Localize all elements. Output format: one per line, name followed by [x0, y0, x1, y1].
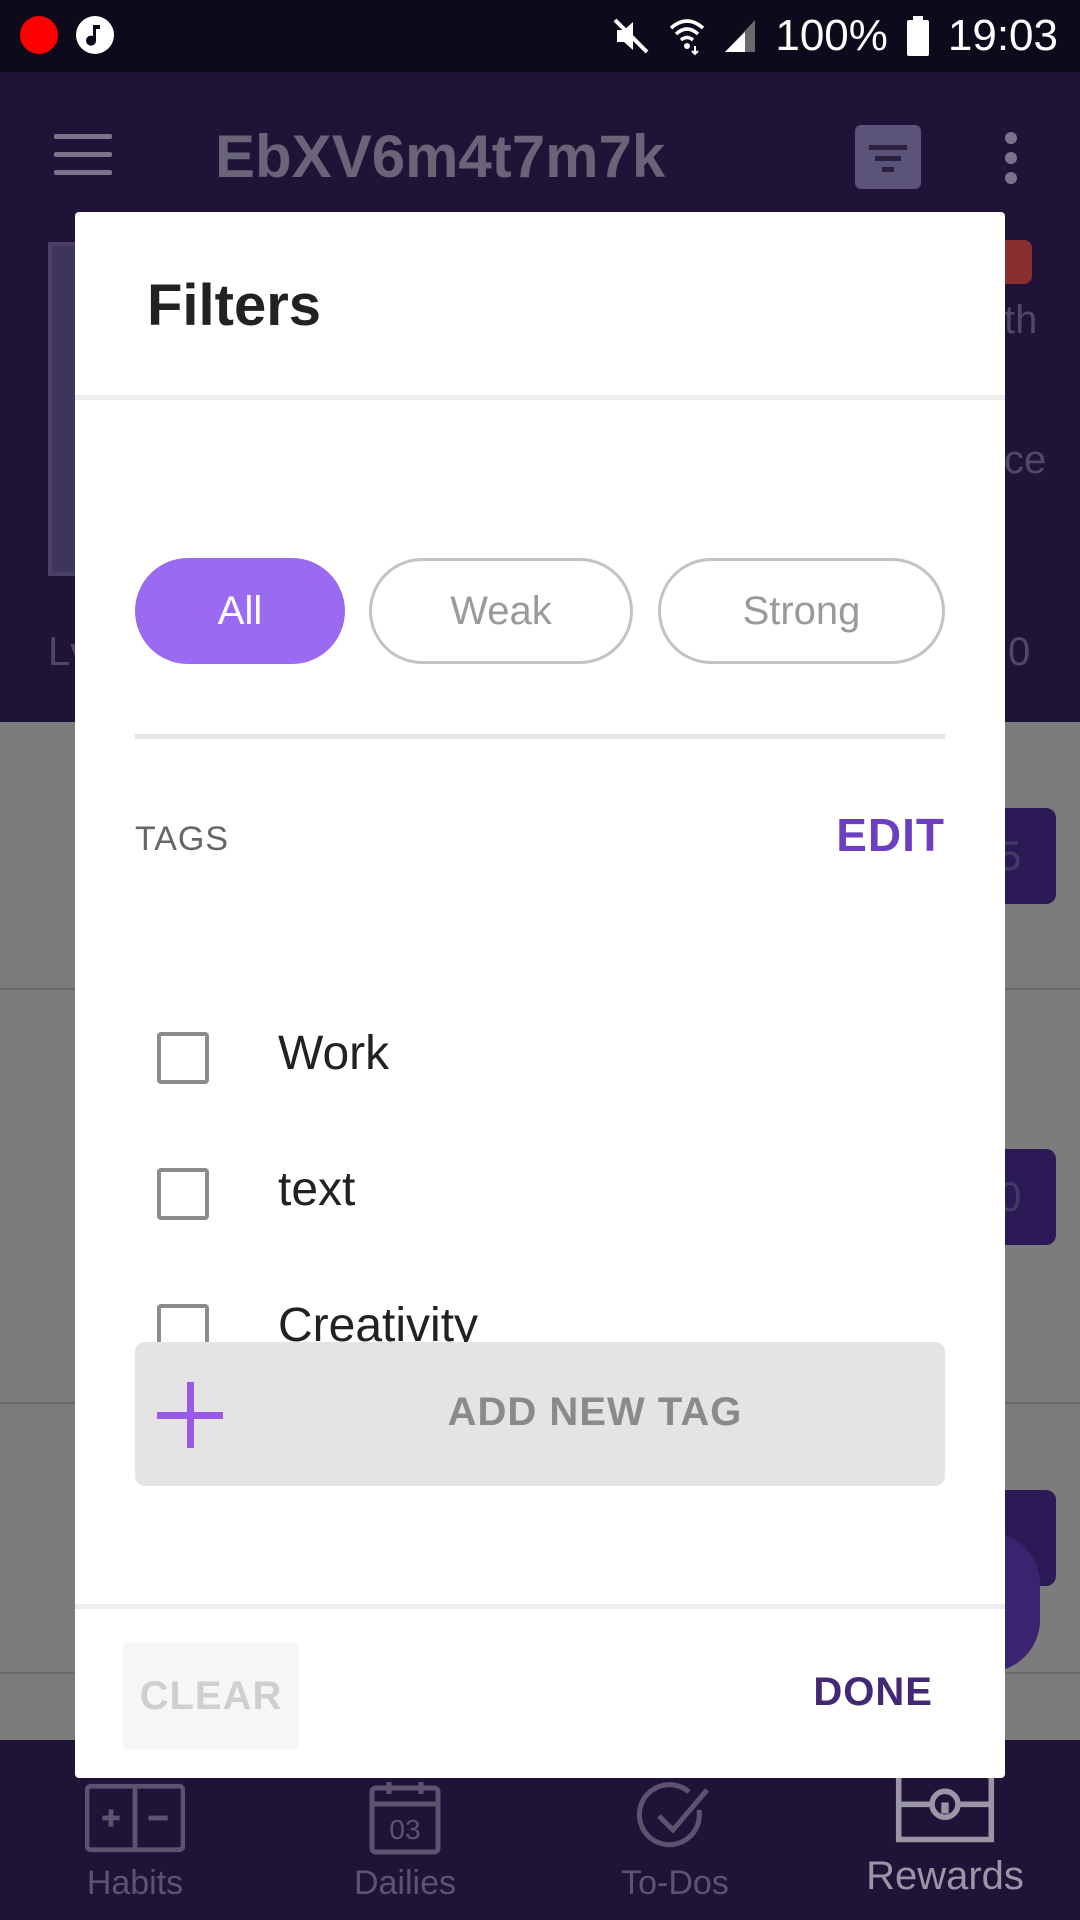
done-button[interactable]: DONE — [813, 1670, 933, 1715]
add-new-tag-label: ADD NEW TAG — [447, 1390, 743, 1434]
clock: 19:03 — [947, 11, 1058, 60]
tag-label: text — [278, 1163, 356, 1216]
filter-weak-button[interactable]: Weak — [369, 558, 633, 664]
tag-label: Work — [278, 1027, 390, 1080]
nav-dailies[interactable]: 03 Dailies — [305, 1780, 505, 1903]
section-divider — [135, 734, 945, 739]
filters-dialog: Filters All Weak Strong TAGS EDIT Work t… — [75, 212, 1005, 1778]
tag-checkbox[interactable] — [157, 1032, 209, 1084]
battery-icon — [906, 16, 930, 56]
menu-icon[interactable] — [54, 134, 112, 175]
edit-tags-button[interactable]: EDIT — [836, 808, 945, 862]
dailies-icon: 03 — [355, 1780, 455, 1856]
nav-label: Dailies — [353, 1864, 457, 1902]
bg-text-fragment: th — [1004, 298, 1038, 342]
battery-percent: 100% — [775, 11, 888, 60]
app-title: EbXV6m4t7m7k — [215, 123, 666, 190]
filter-icon[interactable] — [855, 125, 921, 189]
wifi-icon — [669, 16, 705, 56]
record-icon — [20, 16, 58, 54]
mute-icon — [611, 16, 651, 56]
tag-checkbox[interactable] — [157, 1168, 209, 1220]
rewards-icon — [895, 1770, 995, 1846]
filter-strong-button[interactable]: Strong — [658, 558, 945, 664]
dialog-title: Filters — [147, 273, 322, 338]
habits-icon — [85, 1780, 185, 1856]
bg-text-fragment: ce — [1004, 438, 1047, 482]
nav-label: Rewards — [866, 1854, 1024, 1898]
tag-row-text[interactable]: text — [135, 1138, 945, 1258]
add-new-tag-button[interactable]: ADD NEW TAG — [135, 1342, 945, 1486]
nav-label: Habits — [86, 1864, 184, 1902]
nav-habits[interactable]: Habits — [35, 1780, 235, 1903]
tags-heading: TAGS — [135, 820, 230, 858]
gold-text: 0 — [1008, 630, 1031, 674]
footer-divider — [75, 1604, 1005, 1609]
tag-row-work[interactable]: Work — [135, 1002, 945, 1122]
todos-icon — [625, 1780, 725, 1856]
nav-todos[interactable]: To-Dos — [575, 1780, 775, 1903]
title-divider — [75, 395, 1005, 400]
more-options-icon[interactable] — [1005, 132, 1019, 184]
status-bar: 100% 19:03 — [0, 0, 1080, 72]
nav-rewards[interactable]: Rewards — [845, 1770, 1045, 1899]
signal-icon — [723, 18, 757, 54]
filter-all-button[interactable]: All — [135, 558, 345, 664]
clear-button[interactable]: CLEAR — [123, 1642, 299, 1750]
nav-label: To-Dos — [621, 1864, 729, 1902]
music-icon — [76, 16, 114, 54]
